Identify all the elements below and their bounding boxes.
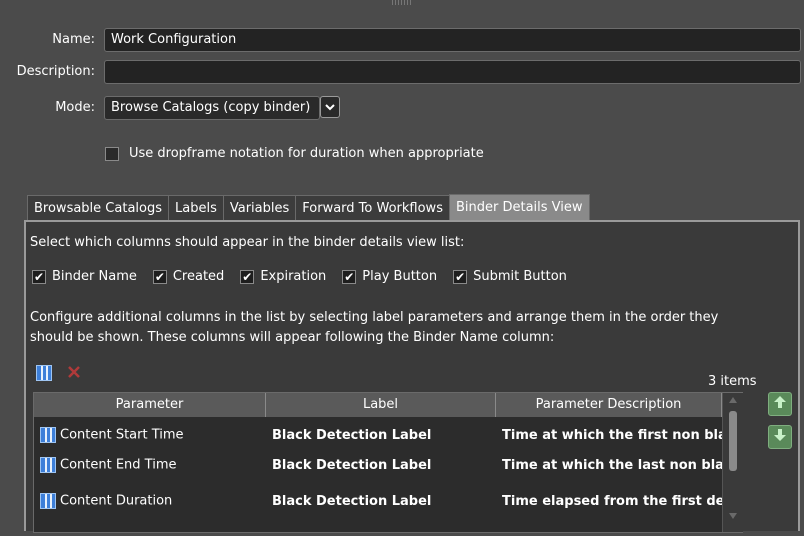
row-label-cell: Black Detection Label (272, 457, 432, 473)
binder-details-panel: Select which columns should appear in th… (24, 220, 800, 533)
column-header-description[interactable]: Parameter Description (496, 393, 722, 417)
tab-labels[interactable]: Labels (168, 195, 224, 220)
window-resize-grip[interactable] (392, 0, 412, 5)
created-checkbox[interactable]: ✔ (152, 269, 167, 284)
dropframe-label: Use dropframe notation for duration when… (129, 146, 484, 161)
expiration-label: Expiration (260, 269, 327, 284)
column-option-binder-name[interactable]: ✔ Binder Name (32, 269, 137, 284)
row-label-cell: Black Detection Label (272, 493, 432, 509)
mode-label: Mode: (55, 100, 95, 115)
parameter-icon (40, 427, 56, 443)
row-description-cell: Time elapsed from the first det... (502, 493, 722, 509)
column-header-parameter[interactable]: Parameter (34, 393, 266, 417)
play-button-label: Play Button (362, 269, 438, 284)
tab-forward-to-workflows[interactable]: Forward To Workflows (295, 195, 450, 220)
table-row[interactable]: Content Start Time Black Detection Label… (34, 421, 742, 449)
column-option-created[interactable]: ✔ Created (152, 269, 225, 284)
column-checkbox-row: ✔ Binder Name ✔ Created ✔ Expiration ✔ P… (32, 269, 583, 284)
column-option-submit-button[interactable]: ✔ Submit Button (453, 269, 567, 284)
add-columns-icon[interactable] (36, 365, 52, 381)
row-label-cell: Black Detection Label (272, 427, 432, 443)
column-option-play-button[interactable]: ✔ Play Button (342, 269, 437, 284)
submit-button-checkbox[interactable]: ✔ (453, 269, 468, 284)
chevron-down-icon (325, 100, 335, 114)
expiration-checkbox[interactable]: ✔ (240, 269, 255, 284)
name-label: Name: (52, 32, 95, 47)
table-row[interactable]: Content Duration Black Detection Label T… (34, 487, 742, 515)
row-parameter-cell: Content Duration (34, 493, 266, 509)
move-down-button[interactable] (768, 425, 792, 449)
configure-text-line-2: should be shown. These columns will appe… (30, 330, 555, 345)
dropframe-option[interactable]: Use dropframe notation for duration when… (105, 146, 484, 161)
arrow-down-icon (773, 428, 787, 446)
table-row[interactable]: Content End Time Black Detection Label T… (34, 451, 742, 479)
mode-select[interactable]: Browse Catalogs (copy binder) (104, 96, 320, 120)
tab-bar: Browsable Catalogs Labels Variables Forw… (27, 194, 590, 221)
mode-dropdown-button[interactable] (320, 96, 340, 118)
submit-button-label: Submit Button (473, 269, 567, 284)
column-header-label[interactable]: Label (266, 393, 496, 417)
created-label: Created (172, 269, 225, 284)
row-description-cell: Time at which the last non blac... (502, 457, 722, 473)
delete-x-icon[interactable] (66, 364, 82, 384)
row-parameter-cell: Content Start Time (34, 427, 266, 443)
select-columns-text: Select which columns should appear in th… (30, 235, 465, 250)
configure-text-line-1: Configure additional columns in the list… (30, 310, 719, 325)
item-count: 3 items (708, 374, 757, 389)
binder-name-checkbox[interactable]: ✔ (32, 269, 46, 284)
arrow-up-icon (773, 395, 787, 413)
column-option-expiration[interactable]: ✔ Expiration (240, 269, 326, 284)
tab-binder-details-view[interactable]: Binder Details View (448, 194, 590, 220)
dropframe-checkbox[interactable] (105, 146, 119, 161)
tab-variables[interactable]: Variables (222, 195, 297, 220)
parameter-icon (40, 457, 56, 473)
row-parameter-text: Content End Time (60, 457, 177, 473)
grid-header: Parameter Label Parameter Description (34, 393, 742, 417)
row-parameter-text: Content Start Time (60, 427, 184, 443)
name-field[interactable]: Work Configuration (104, 28, 801, 52)
row-parameter-text: Content Duration (60, 493, 173, 509)
move-up-button[interactable] (768, 392, 792, 416)
tab-browsable-catalogs[interactable]: Browsable Catalogs (27, 195, 169, 220)
binder-name-label: Binder Name (52, 269, 137, 284)
row-description-cell: Time at which the first non bla... (502, 427, 722, 443)
play-button-checkbox[interactable]: ✔ (342, 269, 357, 284)
description-field[interactable] (104, 60, 801, 84)
row-parameter-cell: Content End Time (34, 457, 266, 473)
grid-scrollbar[interactable] (722, 393, 743, 532)
parameter-icon (40, 493, 56, 509)
parameter-grid: Parameter Label Parameter Description Co… (33, 392, 743, 533)
description-label: Description: (16, 64, 95, 79)
